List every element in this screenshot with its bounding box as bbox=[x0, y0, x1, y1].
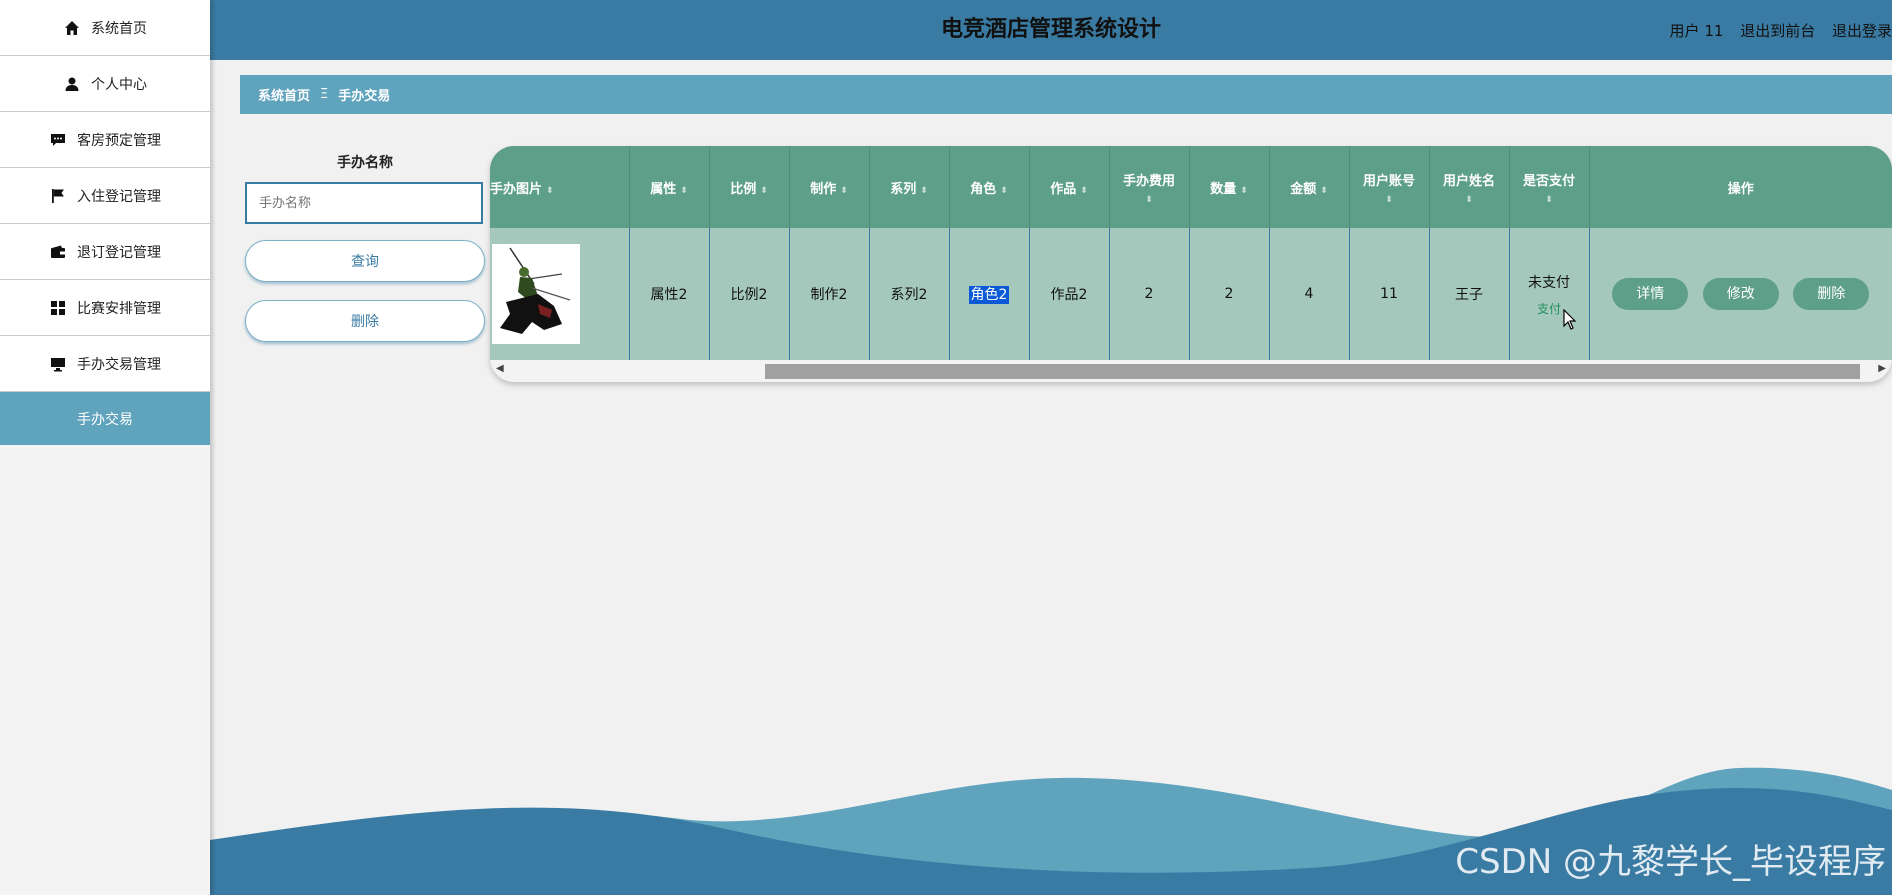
table-row: 属性2 比例2 制作2 系列2 角色2 作品2 2 2 4 11 王子 未支付 … bbox=[490, 228, 1892, 360]
query-button[interactable]: 查询 bbox=[245, 240, 485, 282]
cell-scale: 比例2 bbox=[709, 228, 790, 360]
sidebar: 系统首页 个人中心 客房预定管理 入住登记管理 退订登记管理 比赛安排管理 手办… bbox=[0, 0, 210, 895]
scroll-right-icon[interactable]: ▶ bbox=[1878, 363, 1886, 374]
col-header-maker[interactable]: 制作 ⬍ bbox=[789, 146, 870, 228]
sidebar-item-profile[interactable]: 个人中心 bbox=[0, 56, 210, 112]
cell-maker: 制作2 bbox=[789, 228, 870, 360]
breadcrumb: 系统首页 Ξ 手办交易 bbox=[240, 75, 1892, 114]
row-delete-button[interactable]: 删除 bbox=[1793, 278, 1870, 310]
sort-icon: ⬍ bbox=[840, 185, 848, 196]
col-header-name[interactable]: 用户姓名 ⬍ bbox=[1429, 146, 1510, 228]
detail-button[interactable]: 详情 bbox=[1612, 278, 1689, 310]
header-links: 用户 11 退出到前台 退出登录 bbox=[1658, 0, 1892, 60]
breadcrumb-home[interactable]: 系统首页 bbox=[258, 85, 310, 104]
sort-icon: ⬍ bbox=[920, 185, 928, 196]
cell-image bbox=[490, 228, 630, 360]
col-header-paid[interactable]: 是否支付 ⬍ bbox=[1509, 146, 1590, 228]
cell-name: 王子 bbox=[1429, 228, 1510, 360]
batch-delete-button[interactable]: 删除 bbox=[245, 300, 485, 342]
col-header-work[interactable]: 作品 ⬍ bbox=[1029, 146, 1110, 228]
sort-icon: ⬍ bbox=[680, 185, 688, 196]
sidebar-item-label: 退订登记管理 bbox=[77, 244, 161, 261]
col-header-ops: 操作 bbox=[1589, 146, 1892, 228]
cell-series: 系列2 bbox=[869, 228, 950, 360]
mouse-cursor-icon bbox=[1563, 309, 1577, 330]
sort-icon: ⬍ bbox=[1465, 194, 1473, 205]
sort-icon: ⬍ bbox=[1145, 194, 1153, 205]
sidebar-item-checkin[interactable]: 入住登记管理 bbox=[0, 168, 210, 224]
sort-icon: ⬍ bbox=[1240, 185, 1248, 196]
sort-icon: ⬍ bbox=[1385, 194, 1393, 205]
col-header-attr[interactable]: 属性 ⬍ bbox=[629, 146, 710, 228]
horizontal-scrollbar[interactable]: ◀ ▶ bbox=[490, 360, 1892, 382]
breadcrumb-separator: Ξ bbox=[320, 87, 329, 102]
paid-status: 未支付 bbox=[1528, 274, 1570, 291]
scroll-left-icon[interactable]: ◀ bbox=[496, 363, 504, 374]
page-title: 电竞酒店管理系统设计 bbox=[940, 17, 1161, 42]
sort-icon: ⬍ bbox=[1080, 185, 1088, 196]
sidebar-item-label: 手办交易管理 bbox=[77, 356, 161, 373]
data-table: 手办图片 ⬍ 属性 ⬍ 比例 ⬍ 制作 ⬍ 系列 ⬍ 角色 ⬍ 作品 ⬍ 手办费用 ⬍ 数量 ⬍ … bbox=[490, 146, 1892, 382]
flag-icon bbox=[49, 187, 67, 205]
home-icon bbox=[63, 19, 81, 37]
sidebar-item-match[interactable]: 比赛安排管理 bbox=[0, 280, 210, 336]
col-header-role[interactable]: 角色 ⬍ bbox=[949, 146, 1030, 228]
sidebar-item-label: 个人中心 bbox=[91, 76, 147, 93]
breadcrumb-current: 手办交易 bbox=[338, 89, 391, 104]
cell-ops: 详情 修改 删除 bbox=[1589, 228, 1892, 360]
table-header-row: 手办图片 ⬍ 属性 ⬍ 比例 ⬍ 制作 ⬍ 系列 ⬍ 角色 ⬍ 作品 ⬍ 手办费用 ⬍ 数量 ⬍ … bbox=[490, 146, 1892, 228]
col-header-series[interactable]: 系列 ⬍ bbox=[869, 146, 950, 228]
col-header-fee[interactable]: 手办费用 ⬍ bbox=[1109, 146, 1190, 228]
cell-qty: 2 bbox=[1189, 228, 1270, 360]
sort-icon: ⬍ bbox=[1000, 185, 1008, 196]
sort-icon: ⬍ bbox=[1320, 185, 1328, 196]
sort-icon: ⬍ bbox=[760, 185, 768, 196]
col-header-scale[interactable]: 比例 ⬍ bbox=[709, 146, 790, 228]
grid-icon bbox=[49, 299, 67, 317]
top-header: 电竞酒店管理系统设计 用户 11 退出到前台 退出登录 bbox=[210, 0, 1892, 60]
cell-account: 11 bbox=[1349, 228, 1430, 360]
col-header-qty[interactable]: 数量 ⬍ bbox=[1189, 146, 1270, 228]
user-icon bbox=[63, 75, 81, 93]
edit-button[interactable]: 修改 bbox=[1702, 278, 1779, 310]
sidebar-item-figure-trade[interactable]: 手办交易管理 bbox=[0, 336, 210, 392]
cell-fee: 2 bbox=[1109, 228, 1190, 360]
search-label: 手办名称 bbox=[337, 155, 393, 171]
monitor-icon bbox=[49, 355, 67, 373]
cell-work: 作品2 bbox=[1029, 228, 1110, 360]
sidebar-item-room-booking[interactable]: 客房预定管理 bbox=[0, 112, 210, 168]
sidebar-item-cancel[interactable]: 退订登记管理 bbox=[0, 224, 210, 280]
sidebar-item-label: 客房预定管理 bbox=[77, 132, 161, 149]
sidebar-item-label: 入住登记管理 bbox=[77, 188, 161, 205]
sort-icon: ⬍ bbox=[546, 185, 554, 196]
sidebar-item-label: 比赛安排管理 bbox=[77, 300, 161, 317]
sidebar-subitem-figure-trade[interactable]: 手办交易 bbox=[0, 392, 210, 445]
sidebar-subitem-label: 手办交易 bbox=[77, 411, 133, 428]
sidebar-item-home[interactable]: 系统首页 bbox=[0, 0, 210, 56]
search-panel: 手办名称 查询 删除 bbox=[245, 152, 485, 342]
cell-attr: 属性2 bbox=[629, 228, 710, 360]
cell-role: 角色2 bbox=[949, 228, 1030, 360]
cell-role-text: 角色2 bbox=[968, 286, 1010, 304]
user-label: 用户 11 bbox=[1669, 22, 1724, 40]
col-header-image[interactable]: 手办图片 ⬍ bbox=[490, 146, 630, 228]
col-header-account[interactable]: 用户账号 ⬍ bbox=[1349, 146, 1430, 228]
figure-thumbnail[interactable] bbox=[492, 244, 580, 344]
col-header-amount[interactable]: 金额 ⬍ bbox=[1269, 146, 1350, 228]
chat-icon bbox=[49, 131, 67, 149]
sort-icon: ⬍ bbox=[1545, 194, 1553, 205]
cell-amount: 4 bbox=[1269, 228, 1350, 360]
sidebar-item-label: 系统首页 bbox=[91, 20, 147, 37]
search-input[interactable] bbox=[245, 182, 483, 224]
wallet-icon bbox=[49, 243, 67, 261]
logout-link[interactable]: 退出登录 bbox=[1832, 22, 1892, 40]
watermark: CSDN @九黎学长_毕设程序 bbox=[1455, 842, 1886, 882]
cell-paid: 未支付 支付 bbox=[1509, 228, 1590, 360]
scrollbar-thumb[interactable] bbox=[765, 364, 1860, 379]
back-to-front-link[interactable]: 退出到前台 bbox=[1740, 22, 1815, 40]
